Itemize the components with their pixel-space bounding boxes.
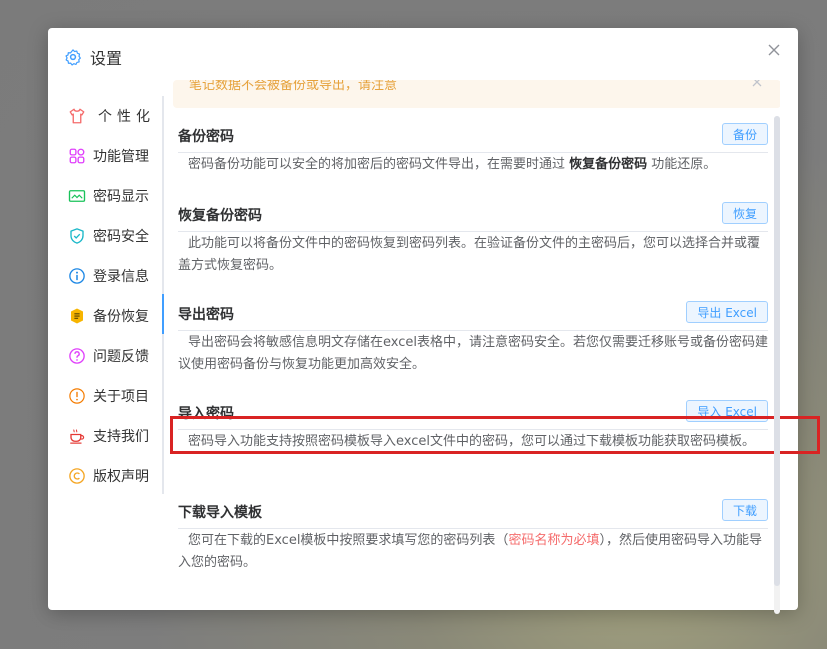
nav-label: 问题反馈 (93, 349, 149, 365)
nav-item-login-info[interactable]: 登录信息 (48, 256, 164, 296)
section-description: 导出密码会将敏感信息明文存储在excel表格中，请注意密码安全。若您仅需要迁移账… (178, 335, 768, 372)
nav-item-feedback[interactable]: 问题反馈 (48, 336, 164, 376)
nav-label: 支持我们 (93, 429, 149, 445)
nav-item-copyright[interactable]: 版权声明 (48, 456, 164, 496)
section-description: 此功能可以将备份文件中的密码恢复到密码列表。在验证备份文件的主密码后，您可以选择… (178, 236, 761, 273)
monitor-icon (68, 190, 86, 202)
nav-label: 个性化 (98, 109, 155, 125)
nav-item-display[interactable]: 密码显示 (48, 176, 164, 216)
section-header: 恢复备份密码 恢复 (178, 199, 768, 232)
nav-label: 备份恢复 (93, 309, 149, 325)
desc-strong: 恢复备份密码 (569, 157, 648, 172)
section-title: 备份密码 (178, 129, 234, 145)
nav-label: 密码安全 (93, 229, 149, 245)
highlight-box (170, 416, 820, 454)
backup-icon (71, 308, 83, 324)
nav-label: 密码显示 (93, 189, 149, 205)
backup-button[interactable]: 备份 (721, 123, 768, 145)
download-template-button[interactable]: 下载 (721, 499, 768, 521)
desc-text: 功能还原。 (647, 157, 717, 172)
coffee-icon (70, 429, 85, 444)
settings-dialog: 设置 个性化 功能管理 密码显示 密码安全 登录信息 备份恢复 问题反馈 关于项… (48, 28, 820, 614)
info-icon (69, 268, 85, 284)
tshirt-icon (69, 108, 85, 124)
section-header: 下载导入模板 下载 (178, 496, 768, 529)
desc-text: 密码备份功能可以安全的将加密后的密码文件导出，在需要时通过 (188, 157, 570, 172)
nav-item-support[interactable]: 支持我们 (48, 416, 164, 456)
settings-nav: 个性化 功能管理 密码显示 密码安全 登录信息 备份恢复 问题反馈 关于项目 支… (48, 96, 164, 496)
grid-icon (69, 148, 85, 164)
section-title: 恢复备份密码 (178, 208, 262, 224)
notice-alert: 笔记数据不会被备份或导出，请注意 (173, 80, 780, 108)
about-icon (69, 388, 85, 404)
nav-label: 关于项目 (93, 389, 149, 405)
nav-item-personalize[interactable]: 个性化 (48, 96, 164, 136)
dialog-title: 设置 (90, 49, 123, 68)
section-description: 密码备份功能可以安全的将加密后的密码文件导出，在需要时通过 恢复备份密码 功能还… (178, 154, 768, 176)
nav-label: 登录信息 (93, 269, 149, 285)
section-description: 您可在下载的Excel模板中按照要求填写您的密码列表（密码名称为必填），然后使用… (178, 530, 768, 574)
nav-item-security[interactable]: 密码安全 (48, 216, 164, 256)
copyright-icon (69, 468, 85, 484)
nav-item-backup[interactable]: 备份恢复 (48, 296, 164, 336)
close-icon[interactable] (766, 42, 782, 58)
section-title: 下载导入模板 (178, 505, 262, 521)
backup-panel: 笔记数据不会被备份或导出，请注意 备份密码 备份 密码备份功能可以安全的将加密后… (164, 80, 780, 590)
nav-label: 版权声明 (93, 469, 149, 485)
question-icon (69, 348, 85, 364)
section-title: 导出密码 (178, 307, 234, 323)
scrollbar-thumb[interactable] (774, 116, 780, 586)
restore-button[interactable]: 恢复 (721, 202, 768, 224)
nav-item-features[interactable]: 功能管理 (48, 136, 164, 176)
shield-icon (70, 228, 84, 244)
desc-text: 您可在下载的Excel模板中按照要求填写您的密码列表（ (188, 533, 509, 548)
section-header: 导出密码 导出 Excel (178, 298, 768, 331)
close-icon[interactable] (751, 80, 763, 88)
gear-icon (65, 49, 81, 66)
nav-label: 功能管理 (93, 149, 149, 165)
desc-required-note: 密码名称为必填 (508, 533, 600, 548)
notice-text: 笔记数据不会被备份或导出，请注意 (189, 80, 398, 93)
nav-item-about[interactable]: 关于项目 (48, 376, 164, 416)
export-excel-button[interactable]: 导出 Excel (686, 301, 768, 323)
section-header: 备份密码 备份 (178, 120, 768, 153)
